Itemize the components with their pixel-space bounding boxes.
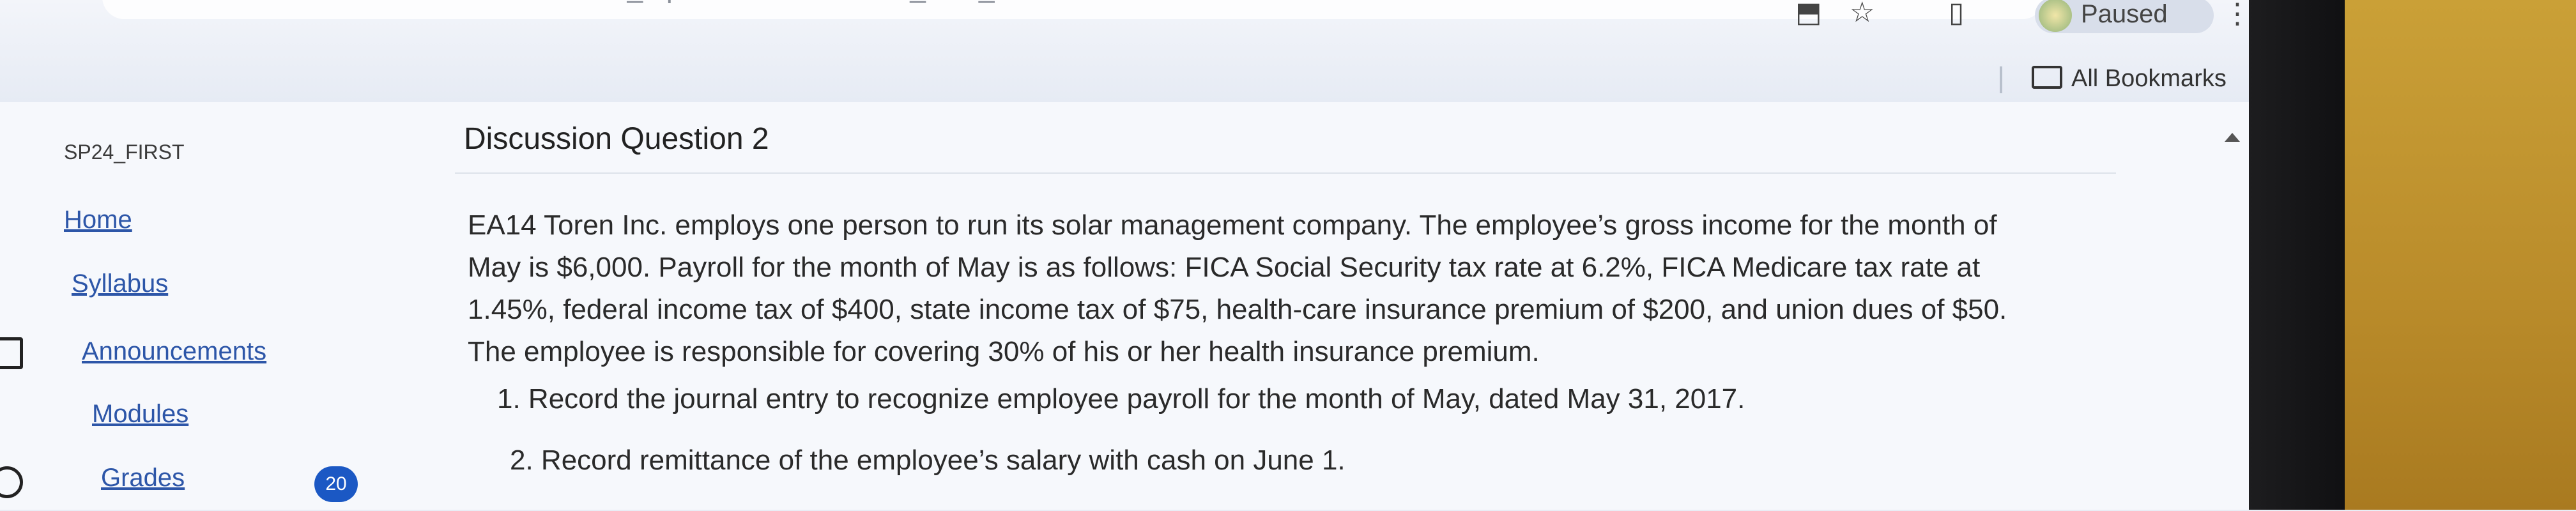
- all-bookmarks-button[interactable]: All Bookmarks: [2032, 65, 2227, 93]
- browser-chrome: …/discussion_topics/10707?module_item_id…: [0, 0, 2251, 102]
- discussion-paragraph: EA14 Toren Inc. employs one person to ru…: [468, 210, 2007, 367]
- all-bookmarks-label: All Bookmarks: [2071, 65, 2227, 92]
- bookmark-star-icon[interactable]: ☆: [1850, 0, 1874, 27]
- avatar: [2039, 0, 2072, 32]
- sidebar-item-grades[interactable]: Grades: [101, 464, 185, 492]
- course-code: SP24_FIRST: [64, 141, 185, 164]
- profile-status: Paused: [2081, 0, 2168, 28]
- monitor-bezel: [2249, 0, 2345, 510]
- side-panel-icon[interactable]: ▯: [1949, 0, 1964, 27]
- sidebar-item-modules[interactable]: Modules: [92, 400, 188, 429]
- list-item: 2. Record remittance of the employee’s s…: [510, 445, 1346, 476]
- calendar-icon[interactable]: [0, 337, 23, 369]
- profile-button[interactable]: Paused: [2035, 0, 2214, 33]
- grades-count-badge: 20: [314, 466, 358, 502]
- background-wall: [2345, 0, 2576, 510]
- course-sidebar: SP24_FIRST Home Syllabus Announcements M…: [0, 102, 422, 510]
- list-item: 1. Record the journal entry to recognize…: [497, 383, 1745, 415]
- address-bar-text: …/discussion_topics/10707?module_item_id…: [460, 0, 1140, 8]
- install-app-icon[interactable]: ⬒: [1795, 0, 1822, 27]
- folder-icon: [2032, 65, 2062, 89]
- page-content: SP24_FIRST Home Syllabus Announcements M…: [0, 102, 2249, 510]
- sidebar-item-syllabus[interactable]: Syllabus: [72, 270, 168, 298]
- bookmarks-separator: [2000, 66, 2002, 93]
- history-icon[interactable]: [0, 466, 23, 498]
- scroll-up-icon[interactable]: [2225, 133, 2240, 142]
- menu-kebab-icon[interactable]: ⋮: [2223, 0, 2251, 28]
- sidebar-item-announcements[interactable]: Announcements: [82, 337, 266, 366]
- discussion-content: Discussion Question 2 EA14 Toren Inc. em…: [422, 102, 2249, 510]
- sidebar-item-home[interactable]: Home: [64, 206, 132, 234]
- page-title: Discussion Question 2: [464, 122, 769, 156]
- address-bar[interactable]: …/discussion_topics/10707?module_item_id…: [102, 0, 2044, 19]
